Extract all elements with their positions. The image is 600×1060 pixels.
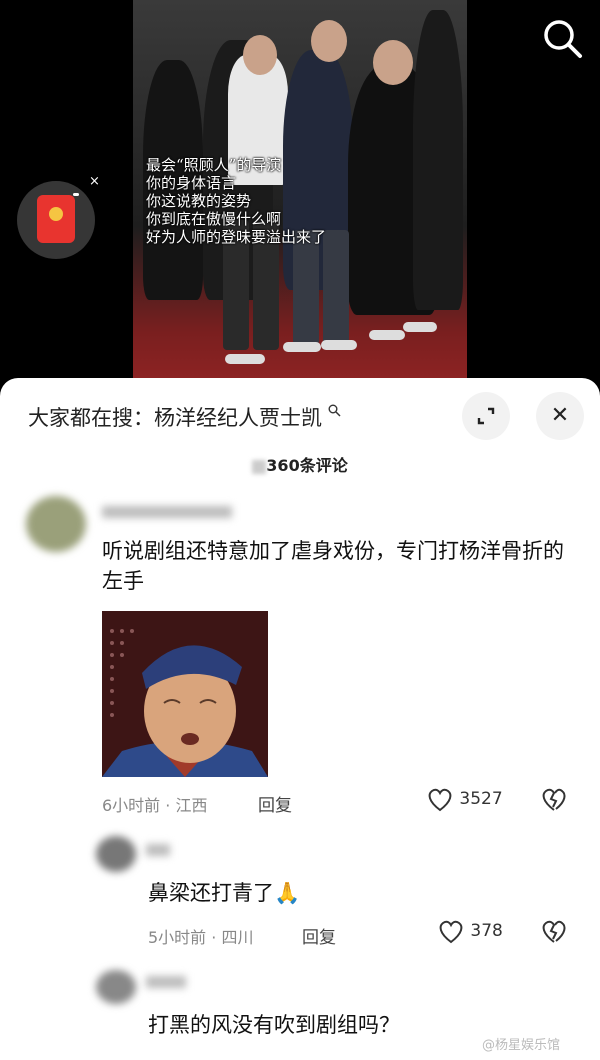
comment-text: 鼻梁还打青了🙏: [148, 881, 301, 905]
like-count: 3527: [459, 789, 503, 809]
hot-search-link[interactable]: 大家都在搜：杨洋经纪人贾士凯: [28, 402, 341, 432]
reply-button[interactable]: 回复: [302, 923, 336, 948]
avatar[interactable]: [26, 496, 86, 552]
search-button[interactable]: [540, 16, 586, 62]
search-icon: [324, 404, 341, 421]
video-caption: 最会“照顾人”的导演 你的身体语言 你这说教的姿势 你到底在傲慢什么啊 好为人师…: [146, 156, 326, 246]
like-button[interactable]: 378: [437, 918, 503, 944]
hot-search-query: 杨洋经纪人贾士凯: [154, 406, 322, 430]
username[interactable]: [102, 506, 232, 518]
comment-count: 360条评论: [0, 452, 600, 476]
caption-line: 你的身体语言: [146, 174, 237, 192]
caption-line: 你这说教的姿势: [146, 192, 252, 210]
like-button[interactable]: 3527: [426, 786, 503, 812]
dislike-button[interactable]: [540, 918, 568, 944]
heart-icon: [428, 788, 452, 812]
like-count: 378: [470, 921, 503, 941]
search-icon: [544, 20, 582, 58]
close-button[interactable]: ✕: [536, 392, 584, 440]
red-packet-close-button[interactable]: ×: [89, 174, 100, 189]
broken-heart-icon: [542, 920, 566, 943]
broken-heart-icon: [542, 788, 566, 811]
comment-count-text: 360条评论: [266, 456, 348, 475]
username[interactable]: [146, 976, 186, 988]
comment-text: 打黑的风没有吹到剧组吗？: [148, 1013, 400, 1037]
comment-meta: 5小时前 · 四川: [148, 928, 254, 947]
dislike-button[interactable]: [540, 786, 568, 812]
red-packet-button[interactable]: [17, 181, 95, 259]
avatar[interactable]: [96, 970, 136, 1004]
heart-icon: [439, 920, 463, 944]
comment-meta: 6小时前 · 江西: [102, 796, 208, 815]
caption-line: 好为人师的登味要溢出来了: [146, 228, 327, 246]
expand-icon: [477, 407, 495, 425]
caption-line: 你到底在傲慢什么啊: [146, 210, 282, 228]
comment-image[interactable]: [102, 611, 268, 777]
avatar[interactable]: [96, 836, 136, 872]
expand-button[interactable]: [462, 392, 510, 440]
watermark: @杨星娱乐馆: [482, 1038, 561, 1053]
comments-sheet: 大家都在搜：杨洋经纪人贾士凯 ✕ 360条评论 听说剧组还特意加了虐身戏份，专门…: [0, 378, 600, 1060]
username[interactable]: [146, 844, 170, 856]
hot-search-prefix: 大家都在搜：: [28, 406, 154, 430]
comment-text: 听说剧组还特意加了虐身戏份，专门打杨洋骨折的左手: [102, 539, 564, 593]
reply-button[interactable]: 回复: [258, 791, 292, 816]
caption-line: 最会“照顾人”的导演: [146, 156, 282, 174]
red-envelope-icon: [37, 193, 79, 243]
